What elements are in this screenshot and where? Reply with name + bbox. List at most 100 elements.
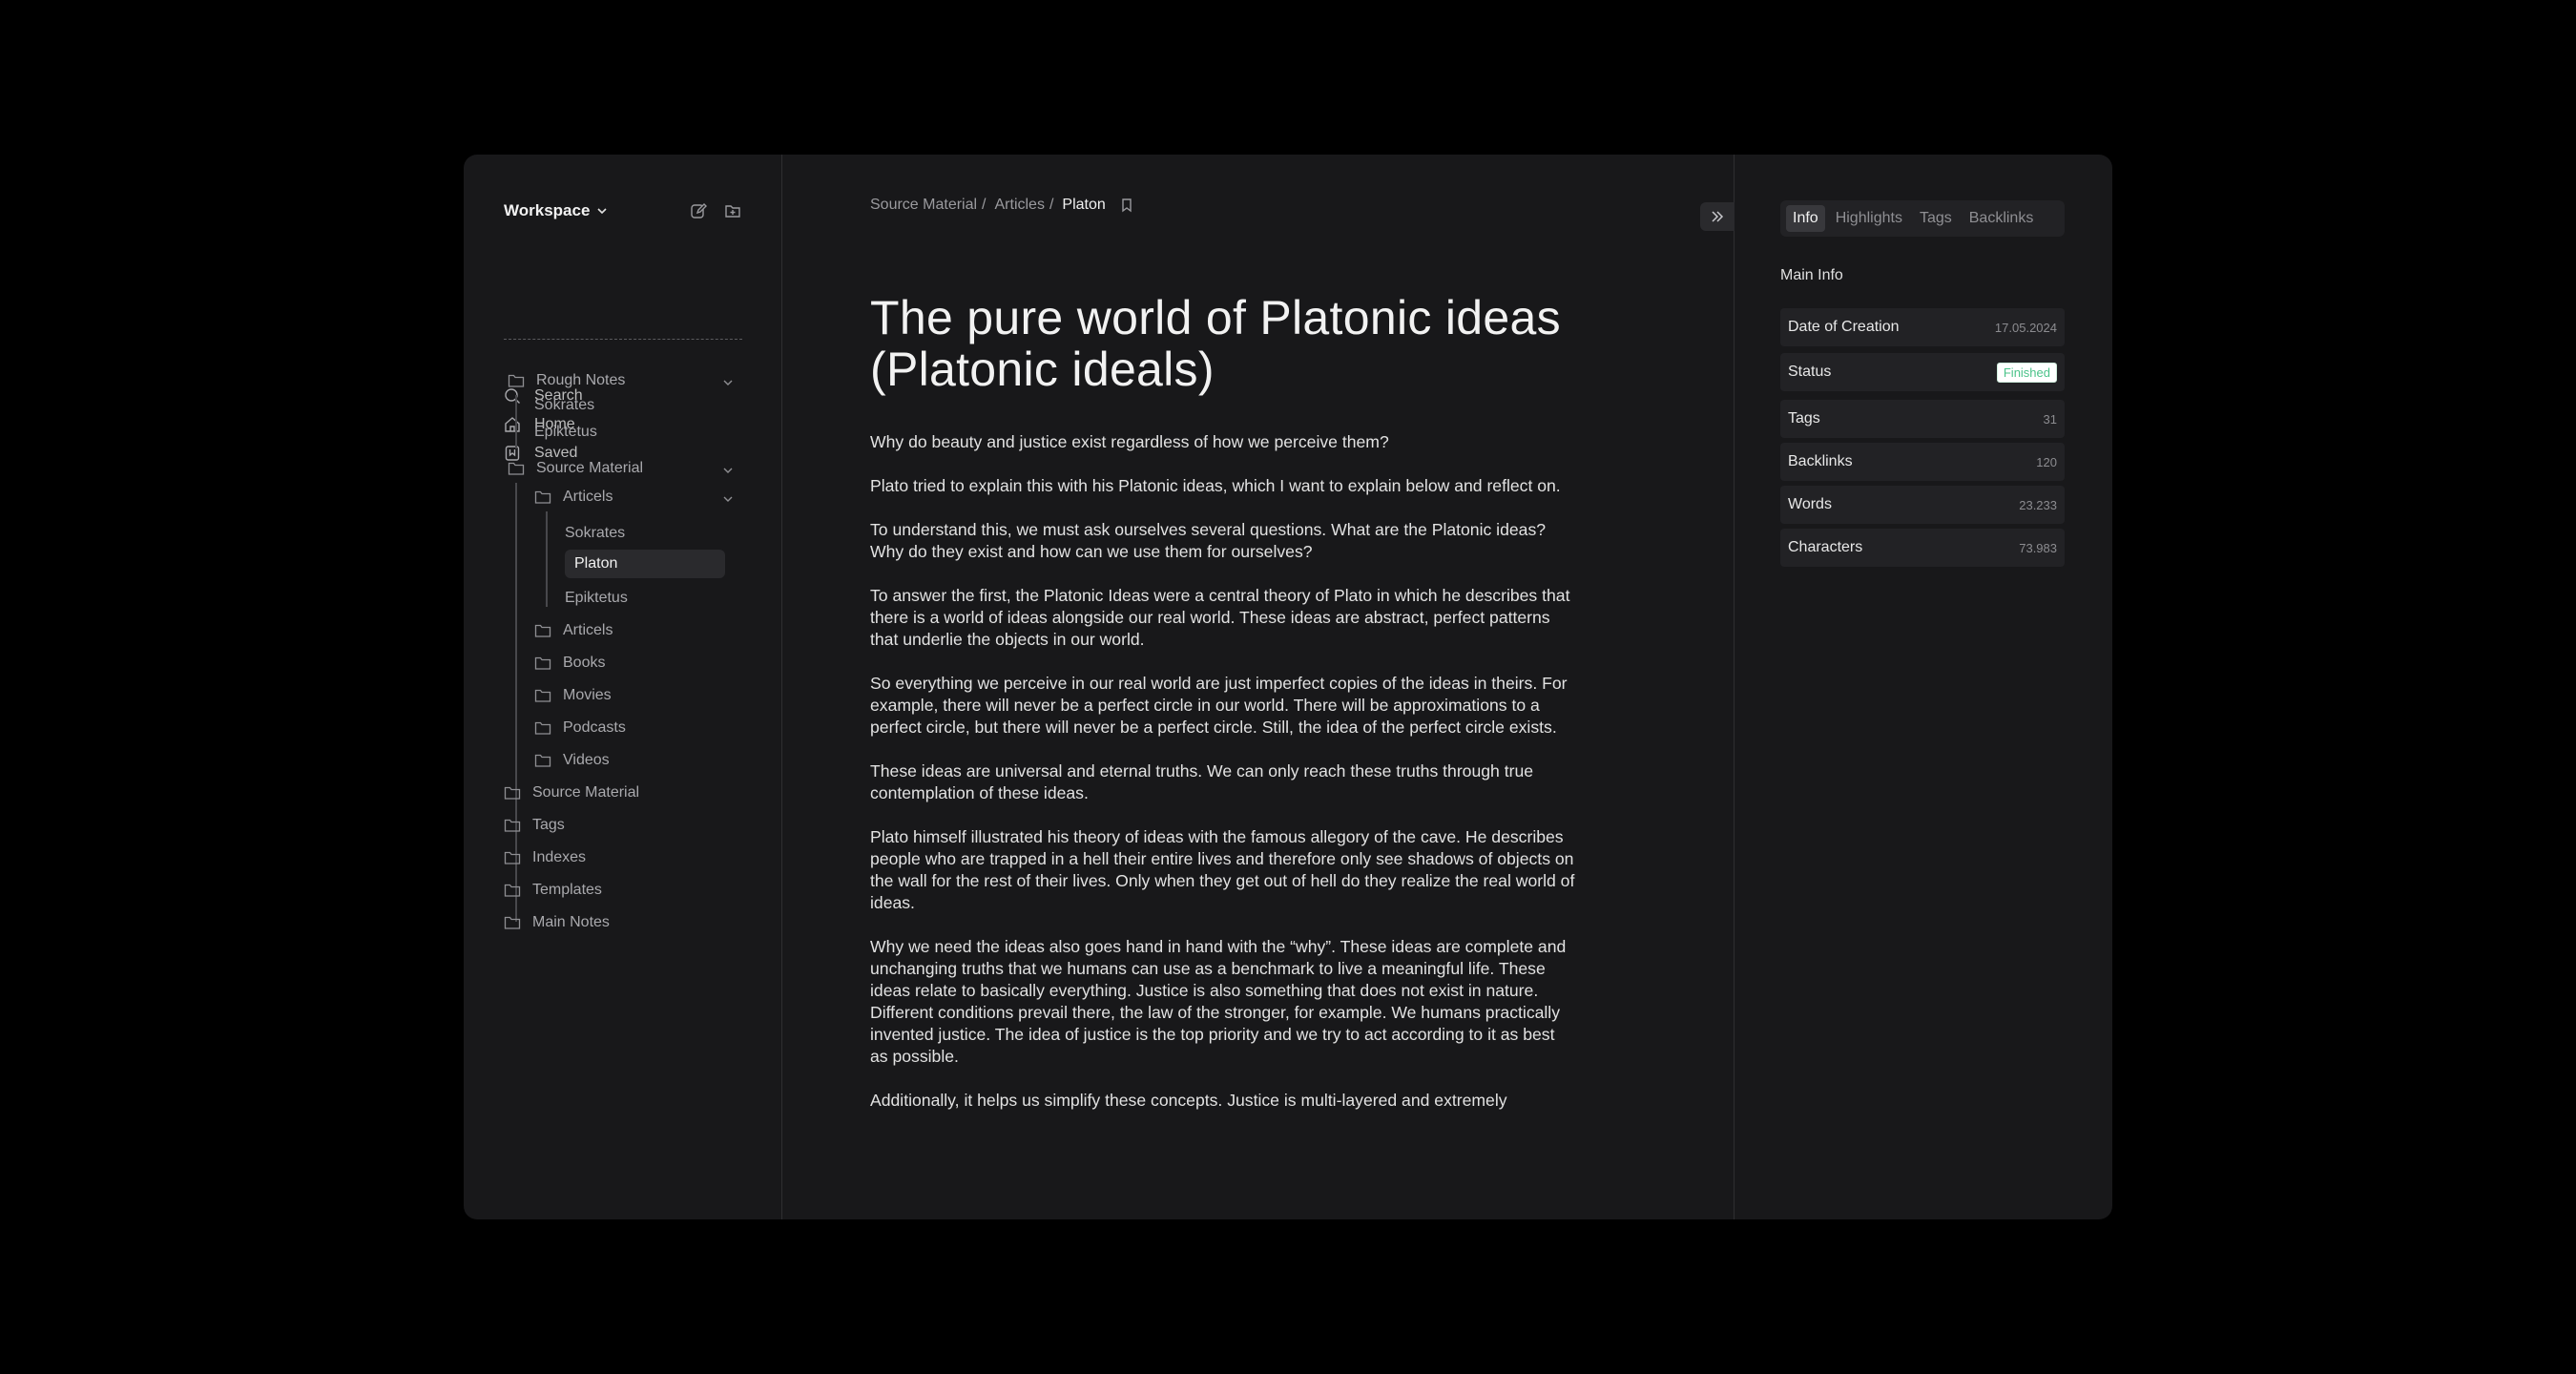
- document-title[interactable]: The pure world of Platonic ideas (Platon…: [870, 292, 1595, 395]
- sidebar: Workspace Search Home Saved Rough Notes …: [464, 155, 782, 1219]
- folder-icon: [504, 785, 521, 801]
- note-sokrates[interactable]: Sokrates: [534, 393, 594, 418]
- paragraph: So everything we perceive in our real wo…: [870, 674, 1568, 737]
- info-label: Words: [1788, 496, 1832, 512]
- folder-icon: [534, 489, 551, 505]
- document-body[interactable]: Why do beauty and justice exist regardle…: [870, 431, 1576, 1134]
- paragraph: These ideas are universal and eternal tr…: [870, 761, 1534, 802]
- tab-tags[interactable]: Tags: [1913, 205, 1959, 232]
- note-platon-selected[interactable]: Platon: [574, 552, 617, 576]
- info-row-status: Status Finished: [1780, 353, 2065, 391]
- tree-guide-line: [546, 511, 548, 607]
- folder-icon: [534, 623, 551, 638]
- breadcrumb: Source Material / Articles / Platon: [870, 197, 1134, 214]
- folder-templates[interactable]: Templates: [504, 878, 602, 903]
- info-row-tags: Tags 31: [1780, 400, 2065, 438]
- folder-icon: [534, 656, 551, 671]
- folder-label: Main Notes: [532, 914, 610, 930]
- paragraph: Plato himself illustrated his theory of …: [870, 827, 1575, 912]
- folder-videos[interactable]: Videos: [534, 748, 610, 773]
- tab-backlinks[interactable]: Backlinks: [1963, 205, 2041, 232]
- panel-heading: Main Info: [1780, 267, 1843, 283]
- paragraph: To understand this, we must ask ourselve…: [870, 520, 1547, 561]
- tree-guide-line: [515, 395, 517, 448]
- info-label: Date of Creation: [1788, 319, 1900, 335]
- breadcrumb-source-material[interactable]: Source Material: [870, 197, 977, 214]
- info-value: 17.05.2024: [1994, 320, 2057, 335]
- bookmark-icon[interactable]: [1119, 198, 1134, 213]
- folder-icon: [534, 753, 551, 768]
- chevron-down-icon[interactable]: [721, 464, 735, 477]
- chevron-down-icon: [595, 204, 609, 218]
- sidebar-divider: [504, 339, 742, 340]
- panel-tabs: Info Highlights Tags Backlinks: [1780, 200, 2065, 237]
- folder-label: Indexes: [532, 849, 587, 865]
- note-sokrates[interactable]: Sokrates: [565, 521, 625, 546]
- folder-label: Source Material: [536, 460, 644, 476]
- paragraph: Additionally, it helps us simplify these…: [870, 1091, 1507, 1110]
- info-row-backlinks: Backlinks 120: [1780, 443, 2065, 481]
- breadcrumb-separator: /: [1049, 197, 1054, 213]
- info-label: Tags: [1788, 410, 1820, 427]
- folder-indexes[interactable]: Indexes: [504, 845, 586, 870]
- paragraph: To answer the first, the Platonic Ideas …: [870, 586, 1570, 649]
- folder-icon: [508, 373, 525, 388]
- folder-icon: [534, 688, 551, 703]
- paragraph: Why we need the ideas also goes hand in …: [870, 937, 1567, 1066]
- folder-icon: [504, 850, 521, 865]
- chevron-down-icon[interactable]: [721, 492, 735, 506]
- breadcrumb-current: Platon: [1062, 197, 1106, 213]
- note-epiktetus[interactable]: Epiktetus: [534, 420, 597, 445]
- paragraph: Why do beauty and justice exist regardle…: [870, 432, 1389, 451]
- folder-articels-open[interactable]: Articels: [534, 485, 613, 510]
- collapse-panel-button[interactable]: [1700, 202, 1735, 231]
- info-value: 73.983: [2019, 540, 2057, 555]
- status-badge[interactable]: Finished: [1996, 362, 2057, 383]
- folder-icon: [508, 461, 525, 476]
- folder-icon: [534, 720, 551, 736]
- folder-source-material-root[interactable]: Source Material: [504, 781, 639, 805]
- folder-label: Articels: [563, 489, 613, 505]
- tab-highlights[interactable]: Highlights: [1829, 205, 1909, 232]
- new-folder-icon[interactable]: [723, 201, 742, 220]
- info-value: 23.233: [2019, 497, 2057, 512]
- new-note-icon[interactable]: [689, 201, 708, 220]
- folder-label: Podcasts: [563, 719, 626, 736]
- folder-label: Tags: [532, 817, 565, 833]
- folder-articels[interactable]: Articels: [534, 618, 613, 643]
- info-value: 31: [2043, 411, 2057, 427]
- folder-movies[interactable]: Movies: [534, 683, 612, 708]
- paragraph: Plato tried to explain this with his Pla…: [870, 476, 1561, 495]
- folder-icon: [504, 818, 521, 833]
- tab-info[interactable]: Info: [1786, 205, 1825, 232]
- folder-rough-notes[interactable]: Rough Notes: [508, 368, 625, 393]
- folder-label: Articels: [563, 622, 613, 638]
- folder-podcasts[interactable]: Podcasts: [534, 716, 626, 740]
- folder-label: Rough Notes: [536, 372, 626, 388]
- chevron-down-icon[interactable]: [721, 376, 735, 389]
- info-label: Status: [1788, 364, 1832, 380]
- info-row-characters: Characters 73.983: [1780, 529, 2065, 567]
- chevrons-right-icon: [1709, 208, 1726, 225]
- info-row-date: Date of Creation 17.05.2024: [1780, 308, 2065, 346]
- folder-books[interactable]: Books: [534, 651, 605, 676]
- info-row-words: Words 23.233: [1780, 486, 2065, 524]
- folder-icon: [504, 883, 521, 898]
- folder-icon: [504, 915, 521, 930]
- info-panel: Info Highlights Tags Backlinks Main Info…: [1735, 155, 2112, 1219]
- note-epiktetus[interactable]: Epiktetus: [565, 586, 628, 611]
- folder-label: Videos: [563, 752, 610, 768]
- folder-tags[interactable]: Tags: [504, 813, 565, 838]
- folder-main-notes[interactable]: Main Notes: [504, 910, 610, 935]
- workspace-actions: [689, 201, 742, 220]
- home-icon: [504, 416, 521, 433]
- editor: Source Material / Articles / Platon The …: [782, 155, 1735, 1219]
- folder-label: Books: [563, 655, 606, 671]
- breadcrumb-articles[interactable]: Articles: [995, 197, 1045, 214]
- workspace-title: Workspace: [504, 201, 591, 219]
- folder-source-material[interactable]: Source Material: [508, 456, 643, 481]
- info-label: Characters: [1788, 539, 1863, 555]
- folder-label: Templates: [532, 882, 602, 898]
- app-window: Workspace Search Home Saved Rough Notes …: [464, 155, 2112, 1219]
- info-label: Backlinks: [1788, 453, 1853, 469]
